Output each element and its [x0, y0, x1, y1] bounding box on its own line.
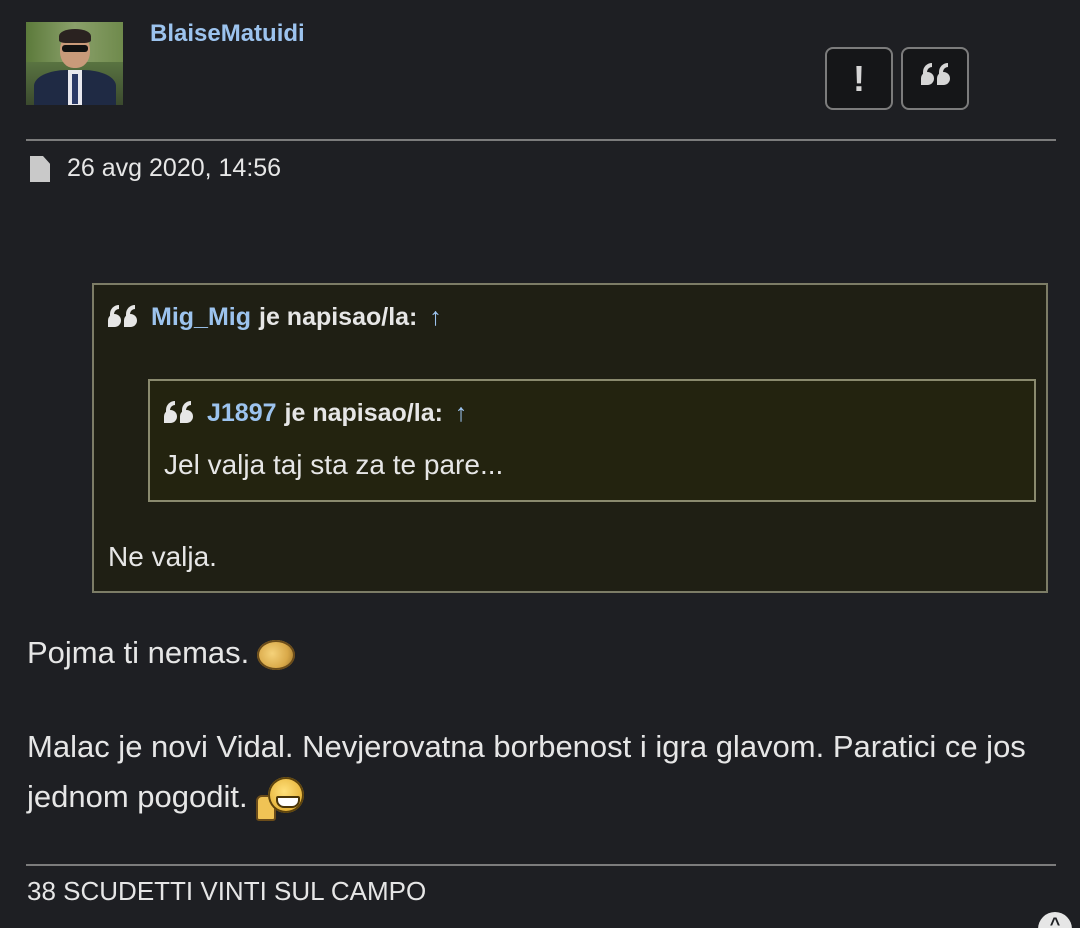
post-paragraph: Pojma ti nemas.	[27, 628, 296, 678]
avatar[interactable]	[26, 22, 123, 105]
header-divider	[26, 139, 1056, 141]
avatar-tie	[72, 74, 78, 104]
user-signature: 38 SCUDETTI VINTI SUL CAMPO	[27, 876, 427, 906]
forum-post: BlaiseMatuidi ! 26 avg 2020, 14:56 Mig_M…	[0, 0, 1080, 928]
jump-to-post-arrow-icon[interactable]: ↑	[429, 303, 442, 332]
post-text: Malac je novi Vidal. Nevjerovatna borben…	[27, 729, 1026, 814]
chevron-up-icon: ^	[1049, 914, 1061, 928]
quote-icon	[920, 63, 950, 85]
quote-button[interactable]	[901, 47, 969, 110]
quote-icon	[108, 305, 137, 327]
post-author-username[interactable]: BlaiseMatuidi	[150, 20, 305, 48]
report-button[interactable]: !	[825, 47, 893, 110]
quote-header-inner: J1897 je napisao/la: ↑	[164, 399, 467, 428]
quote-block-inner: J1897 je napisao/la: ↑ Jel valja taj sta…	[148, 379, 1036, 502]
exclamation-icon: !	[853, 57, 865, 99]
quote-header-outer: Mig_Mig je napisao/la: ↑	[108, 303, 442, 332]
avatar-hair	[59, 29, 91, 43]
quote-block-outer: Mig_Mig je napisao/la: ↑ J1897 je napisa…	[92, 283, 1048, 593]
jump-to-post-arrow-icon[interactable]: ↑	[455, 399, 468, 428]
post-text: Pojma ti nemas.	[27, 635, 250, 670]
file-icon[interactable]	[30, 156, 50, 182]
post-date: 26 avg 2020, 14:56	[67, 154, 282, 182]
handshake-emoji-icon	[257, 639, 296, 670]
quoted-username[interactable]: J1897	[207, 399, 277, 428]
quote-icon	[164, 401, 193, 423]
quote-wrote-label: je napisao/la:	[259, 303, 418, 331]
avatar-sunglasses	[62, 45, 88, 52]
signature-divider	[26, 864, 1056, 866]
quoted-username[interactable]: Mig_Mig	[151, 303, 251, 332]
quote-wrote-label: je napisao/la:	[284, 399, 443, 427]
quote-text-inner: Jel valja taj sta za te pare...	[164, 449, 504, 480]
scroll-to-top-button[interactable]: ^	[1038, 912, 1072, 928]
post-paragraph: Malac je novi Vidal. Nevjerovatna borben…	[27, 722, 1047, 822]
quote-text-outer: Ne valja.	[108, 541, 217, 572]
thumbs-up-emoji-icon	[255, 776, 304, 821]
